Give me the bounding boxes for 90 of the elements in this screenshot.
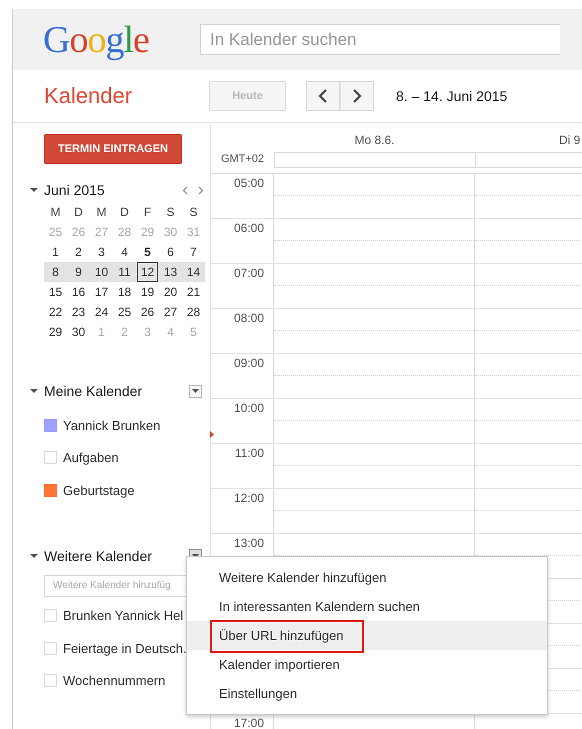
day-number[interactable]: 27	[159, 303, 182, 321]
day-number[interactable]: 30	[67, 323, 90, 341]
week-row[interactable]: 29 30 1 2 3 4 5	[44, 322, 205, 342]
day-number[interactable]: 15	[44, 283, 67, 301]
day-number[interactable]: 2	[67, 243, 90, 261]
calendar-name[interactable]: Wochennummern	[63, 673, 166, 688]
calendar-checkbox[interactable]	[44, 451, 57, 464]
menu-item[interactable]: Einstellungen	[187, 679, 547, 708]
caret-down-icon[interactable]	[30, 387, 38, 395]
day-number[interactable]: 28	[182, 303, 205, 321]
weekday-label: S	[165, 204, 176, 221]
chevron-right-icon[interactable]	[198, 186, 204, 194]
day-number[interactable]: 26	[136, 303, 159, 321]
current-time-marker-icon	[210, 431, 214, 438]
next-button[interactable]	[340, 81, 374, 111]
date-range: 8. – 14. Juni 2015	[396, 88, 508, 104]
day-number[interactable]: 5	[136, 243, 159, 261]
day-number[interactable]: 13	[159, 263, 182, 281]
day-number[interactable]: 17	[90, 283, 113, 301]
day-number[interactable]: 4	[113, 243, 136, 261]
time-label: 09:00	[234, 356, 264, 370]
calendar-checkbox[interactable]	[44, 418, 57, 432]
google-logo: Google	[42, 20, 150, 58]
caret-down-icon	[192, 389, 199, 393]
time-label: 07:00	[234, 266, 264, 280]
previous-button[interactable]	[306, 81, 340, 111]
menu-item[interactable]: Kalender importieren	[187, 650, 547, 679]
day-number[interactable]: 6	[159, 243, 182, 261]
caret-down-icon[interactable]	[30, 186, 38, 194]
day-number[interactable]: 21	[182, 283, 205, 301]
time-label: 13:00	[234, 536, 264, 550]
week-row[interactable]: 8 9 10 11 12 13 14	[44, 262, 205, 282]
day-number[interactable]: 3	[90, 243, 113, 261]
day-number[interactable]: 11	[113, 263, 136, 281]
day-number[interactable]: 10	[90, 263, 113, 281]
day-number[interactable]: 24	[90, 303, 113, 321]
day-number[interactable]: 16	[67, 283, 90, 301]
dropdown-button[interactable]	[189, 384, 202, 398]
calendar-name[interactable]: Geburtstage	[63, 482, 135, 498]
section-title[interactable]: Weitere Kalender	[44, 548, 152, 564]
time-label: 12:00	[234, 491, 264, 505]
day-number[interactable]: 7	[182, 243, 205, 261]
weekday-label: M	[50, 204, 62, 221]
day-number[interactable]: 12	[137, 262, 158, 282]
day-number[interactable]: 18	[113, 283, 136, 301]
day-number[interactable]: 1	[44, 243, 67, 261]
week-row[interactable]: 22 23 24 25 26 27 28	[44, 302, 205, 322]
calendar-name[interactable]: Brunken Yannick Hel	[63, 608, 184, 624]
calendar-name[interactable]: Yannick Brunken	[63, 418, 160, 433]
create-event-button[interactable]: TERMIN EINTRAGEN	[44, 134, 182, 164]
search-field[interactable]: In Kalender suchen	[200, 24, 560, 55]
day-number[interactable]: 9	[67, 263, 90, 281]
chevron-left-icon	[318, 89, 328, 103]
menu-item[interactable]: Über URL hinzufügen	[187, 621, 547, 650]
chevron-right-icon	[352, 89, 362, 103]
weekday-label: D	[119, 204, 130, 221]
day-number[interactable]: 22	[44, 303, 67, 321]
calendar-checkbox[interactable]	[44, 642, 57, 655]
weekday-label: M	[96, 204, 108, 221]
week-row[interactable]: 1 2 3 4 5 6 7	[44, 242, 205, 262]
timezone-label: GMT+02	[220, 152, 266, 167]
time-label: 08:00	[234, 311, 264, 325]
day-header[interactable]: Mo 8.6.	[274, 132, 475, 146]
month-title: Juni 2015	[44, 182, 105, 198]
day-number[interactable]: 19	[136, 283, 159, 301]
day-header[interactable]: Di 9	[475, 132, 582, 146]
time-label: 17:00	[234, 716, 264, 729]
time-label: 11:00	[234, 446, 264, 460]
time-label: 06:00	[234, 221, 264, 235]
day-number[interactable]: 20	[159, 283, 182, 301]
week-row[interactable]: 15 16 17 18 19 20 21	[44, 282, 205, 302]
app-title: Kalender	[43, 83, 134, 109]
day-number[interactable]: 25	[113, 303, 136, 321]
caret-down-icon[interactable]	[30, 552, 38, 560]
day-number[interactable]: 14	[182, 263, 205, 281]
calendar-checkbox[interactable]	[44, 609, 57, 622]
calendar-name[interactable]: Feiertage in Deutsch.	[63, 640, 187, 656]
calendar-checkbox[interactable]	[44, 674, 57, 688]
calendar-name[interactable]: Aufgaben	[63, 450, 119, 466]
weekday-label: D	[73, 204, 84, 221]
day-number[interactable]: 29	[44, 323, 67, 341]
chevron-left-icon[interactable]	[182, 186, 188, 194]
day-number[interactable]: 8	[44, 263, 67, 281]
time-label: 05:00	[234, 176, 264, 190]
calendar-checkbox[interactable]	[44, 484, 57, 497]
time-label: 10:00	[234, 401, 264, 415]
weekday-label: S	[188, 204, 198, 221]
day-number[interactable]: 23	[67, 303, 90, 321]
weekday-label: F	[142, 204, 152, 221]
section-title[interactable]: Meine Kalender	[44, 383, 142, 399]
